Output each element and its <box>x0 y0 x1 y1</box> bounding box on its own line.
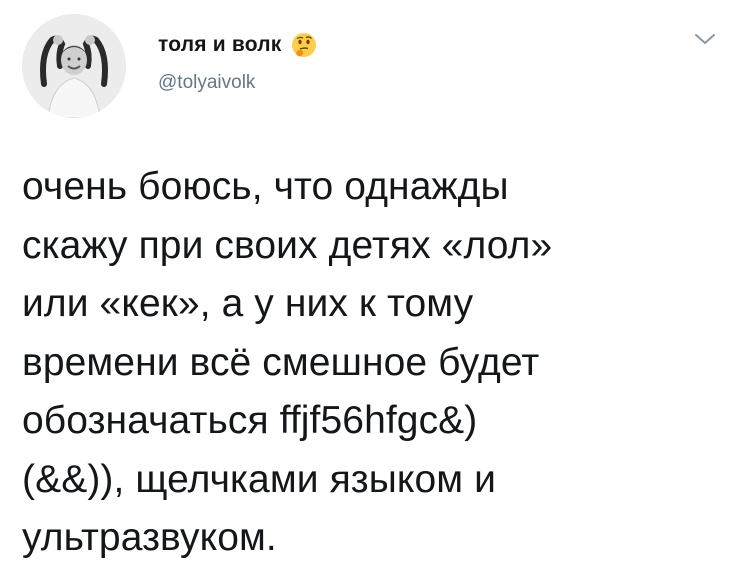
tweet-text-line: (&&)), щелчками языком и <box>22 457 497 501</box>
tweet-text-line: времени всё смешное будет <box>22 340 540 384</box>
tweet-text-line: обозначаться ffjf56hfgc&) <box>22 399 478 442</box>
chevron-down-icon[interactable] <box>694 32 716 46</box>
display-name[interactable]: толя и волк <box>158 33 281 57</box>
tweet-header: толя и волк @tolyaivolk <box>158 30 317 94</box>
thinking-face-emoji-icon <box>291 32 317 58</box>
name-row: толя и волк <box>158 30 317 60</box>
tweet-text-line: или «кек», а у них к тому <box>22 282 474 325</box>
avatar[interactable] <box>22 14 126 118</box>
tweet-text: очень боюсь, что однажды скажу при своих… <box>22 158 702 568</box>
tweet-text-line: ультразвуком. <box>22 516 277 559</box>
tweet-text-line: очень боюсь, что однажды <box>22 165 509 208</box>
person-photo-avatar-icon <box>22 14 126 118</box>
tweet-text-line: скажу при своих детях «лол» <box>22 223 553 267</box>
user-handle[interactable]: @tolyaivolk <box>158 72 317 94</box>
tweet-card: толя и волк @tolyaivolk очень боюсь, что… <box>0 0 730 568</box>
